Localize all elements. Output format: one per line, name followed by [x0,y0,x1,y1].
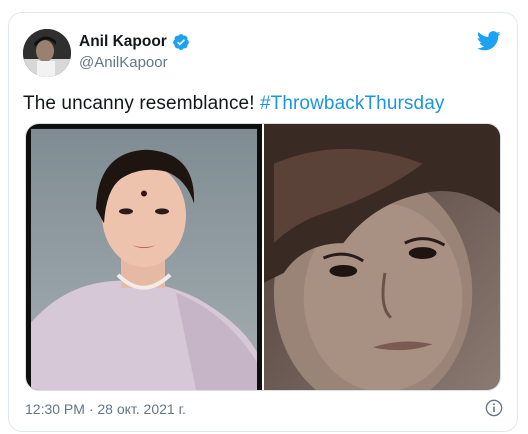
verified-badge-icon [172,34,189,50]
author-name[interactable]: Anil Kapoor [79,33,167,51]
tweet-timestamp[interactable]: 12:30 PM · 28 окт. 2021 г. [25,401,186,417]
twitter-bird-icon[interactable] [477,31,501,51]
portrait-woman-photo[interactable] [26,124,262,390]
info-icon[interactable] [485,399,503,417]
tweet-card[interactable]: Anil Kapoor @AnilKapoor The uncanny rese… [8,12,518,432]
tweet-body: The uncanny resemblance! [23,93,260,114]
tweet-text: The uncanny resemblance! #ThrowbackThurs… [23,93,444,115]
author-row: Anil Kapoor [79,33,190,51]
hashtag-link[interactable]: #ThrowbackThursday [260,93,445,114]
author-handle[interactable]: @AnilKapoor [79,54,168,71]
tweet-media[interactable] [25,123,501,391]
avatar[interactable] [23,29,71,77]
portrait-young-man-photo[interactable] [264,124,500,390]
